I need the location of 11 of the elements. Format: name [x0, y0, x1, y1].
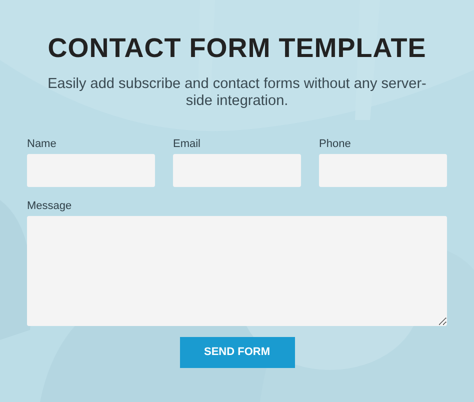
message-field[interactable]	[27, 216, 447, 326]
text-field[interactable]	[319, 154, 447, 187]
page-title: CONTACT FORM TEMPLATE	[48, 32, 426, 64]
text-field[interactable]	[27, 154, 155, 187]
text-field[interactable]	[173, 154, 301, 187]
field-label: Email	[173, 137, 201, 151]
field-label: Message	[27, 199, 72, 213]
field-label: Name	[27, 137, 56, 151]
send-form-button[interactable]: SEND FORM	[180, 337, 294, 368]
field-label: Phone	[319, 137, 351, 151]
page-subtitle: Easily add subscribe and contact forms without any server-side integration.	[46, 76, 428, 110]
